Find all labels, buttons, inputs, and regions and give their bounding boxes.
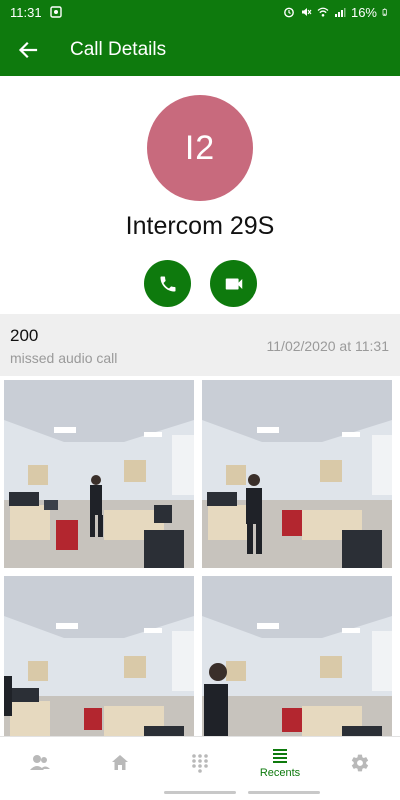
audio-call-button[interactable] (144, 260, 191, 307)
app-bar: Call Details (0, 24, 400, 76)
nav-contacts[interactable] (0, 737, 80, 788)
phone-icon (160, 276, 175, 291)
snapshot-thumbnail[interactable] (202, 380, 392, 568)
settings-icon (351, 754, 369, 771)
snapshot-grid (0, 380, 400, 736)
snapshot-thumbnail[interactable] (202, 576, 392, 736)
office-snapshot-image (4, 576, 194, 736)
dialpad-icon (192, 753, 208, 773)
video-call-button[interactable] (210, 260, 257, 307)
mute-icon (301, 8, 312, 16)
contact-name: Intercom 29S (125, 212, 275, 240)
back-button[interactable] (0, 24, 56, 76)
contacts-icon (30, 754, 50, 770)
gesture-handle[interactable] (164, 791, 236, 794)
status-time: 11:31 (10, 4, 42, 20)
office-snapshot-image (202, 380, 392, 568)
snapshot-thumbnail[interactable] (4, 380, 194, 568)
arrow-back-icon (18, 41, 38, 59)
office-snapshot-image (202, 576, 392, 736)
gesture-handle[interactable] (248, 791, 320, 794)
recents-icon (273, 748, 287, 763)
call-type: missed audio call (10, 350, 118, 366)
screenshot-notification-icon (49, 6, 62, 18)
nav-recents[interactable]: Recents (240, 737, 320, 788)
nav-dialpad[interactable] (160, 737, 240, 788)
alarm-icon (284, 7, 294, 18)
contact-header: I2 Intercom 29S (0, 76, 400, 314)
nav-home[interactable] (80, 737, 160, 788)
avatar-initials: I2 (184, 128, 216, 167)
call-log-entry: 200 missed audio call 11/02/2020 at 11:3… (0, 314, 400, 376)
office-snapshot-image (4, 380, 194, 568)
avatar: I2 (147, 95, 253, 201)
battery-percent: 16% (350, 4, 377, 20)
wifi-icon (317, 7, 329, 17)
videocam-icon (225, 278, 242, 289)
status-bar: 11:31 16% (0, 0, 400, 24)
call-number: 200 (10, 326, 39, 345)
gesture-bar (0, 788, 400, 800)
page-title: Call Details (70, 39, 167, 60)
battery-icon (382, 8, 387, 16)
snapshot-thumbnail[interactable] (4, 576, 194, 736)
call-timestamp: 11/02/2020 at 11:31 (266, 338, 389, 354)
nav-settings[interactable] (320, 737, 400, 788)
home-icon (112, 754, 128, 770)
nav-recents-label: Recents (259, 766, 301, 779)
bottom-navigation: Recents (0, 736, 400, 788)
signal-icon (334, 8, 346, 17)
